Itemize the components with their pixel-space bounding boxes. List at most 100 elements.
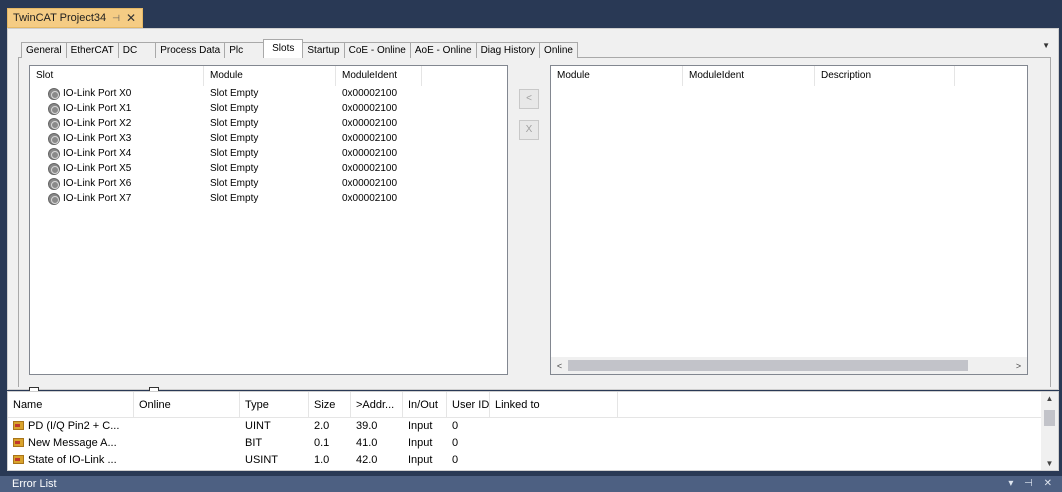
ident-cell: 0x00002100 [342, 193, 398, 204]
vertical-scrollbar[interactable]: ▲ ▼ [1041, 392, 1058, 470]
slot-cell: IO-Link Port X3 [30, 131, 204, 146]
pin-icon[interactable]: ⊣ [112, 13, 120, 24]
table-row[interactable]: PD (I/Q Pin2 + C... UINT 2.0 39.0 Input … [8, 418, 1058, 435]
var-online-cell [134, 418, 240, 435]
scroll-thumb[interactable] [1044, 410, 1055, 426]
column-header-online[interactable]: Online [134, 392, 240, 417]
tab-slots[interactable]: Slots [263, 39, 304, 58]
var-name-cell: New Message A... [8, 435, 134, 452]
ident-cell: 0x00002100 [342, 103, 398, 114]
var-inout-cell: Input [408, 437, 433, 449]
table-row[interactable]: IO-Link Port X0 Slot Empty 0x00002100 [30, 86, 507, 101]
close-icon[interactable]: ✕ [126, 11, 136, 25]
tab-general[interactable]: General [21, 42, 67, 58]
tab-coe-online[interactable]: CoE - Online [344, 42, 411, 58]
tab-dc[interactable]: DC [118, 42, 157, 58]
var-type-cell: USINT [245, 454, 278, 466]
variables-header: Name Online Type Size >Addr... In/Out Us… [8, 392, 1058, 418]
tab-online[interactable]: Online [540, 42, 578, 58]
column-header-module-ident[interactable]: ModuleIdent [683, 66, 815, 86]
var-addr-cell: 39.0 [356, 420, 378, 432]
io-link-port-icon [48, 162, 60, 175]
scroll-up-icon[interactable]: ▲ [1041, 394, 1058, 403]
modules-list[interactable]: Module ModuleIdent Description < > [550, 65, 1028, 375]
slots-list[interactable]: Slot Module ModuleIdent IO-Link Port X0 S… [29, 65, 508, 375]
slot-name: IO-Link Port X1 [63, 103, 132, 114]
var-name: New Message A... [28, 437, 117, 449]
tab-aoe-online[interactable]: AoE - Online [410, 42, 477, 58]
tab-process-data[interactable]: Process Data [156, 42, 226, 58]
slot-name: IO-Link Port X5 [63, 163, 132, 174]
io-link-port-icon [48, 102, 60, 115]
chevron-down-icon[interactable]: ▼ [1042, 41, 1050, 50]
document-tabstrip: TwinCAT Project34 ⊣ ✕ [0, 0, 1062, 28]
error-list-title: Error List [12, 478, 57, 490]
table-row[interactable]: IO-Link Port X6 Slot Empty 0x00002100 [30, 176, 507, 191]
scroll-thumb[interactable] [568, 360, 968, 371]
table-row[interactable]: New Message A... BIT 0.1 41.0 Input 0 [8, 435, 1058, 452]
slots-list-body: IO-Link Port X0 Slot Empty 0x00002100 IO-L… [30, 86, 507, 206]
var-name: State of IO-Link ... [28, 454, 117, 466]
var-linked-cell [490, 418, 618, 435]
slot-name: IO-Link Port X6 [63, 178, 132, 189]
slot-cell: IO-Link Port X7 [30, 191, 204, 206]
table-row[interactable]: IO-Link Port X1 Slot Empty 0x00002100 [30, 101, 507, 116]
input-variable-icon [13, 455, 24, 464]
column-header-slot[interactable]: Slot [30, 66, 204, 86]
var-userid-cell: 0 [452, 454, 459, 466]
ident-cell: 0x00002100 [342, 133, 398, 144]
document-tab-title: TwinCAT Project34 [13, 12, 107, 24]
module-cell: Slot Empty [210, 193, 259, 204]
io-link-port-icon [48, 147, 60, 160]
tab-startup[interactable]: Startup [303, 42, 345, 58]
column-header-module[interactable]: Module [204, 66, 336, 86]
input-variable-icon [13, 438, 24, 447]
document-tab[interactable]: TwinCAT Project34 ⊣ ✕ [7, 8, 144, 28]
tab-plc[interactable]: Plc [225, 42, 265, 58]
column-header-description[interactable]: Description [815, 66, 955, 86]
editor-tabs: General EtherCAT DC Process Data Plc Slo… [21, 39, 578, 58]
column-header-address[interactable]: >Addr... [351, 392, 403, 417]
table-row[interactable]: IO-Link Port X3 Slot Empty 0x00002100 [30, 131, 507, 146]
slot-name: IO-Link Port X3 [63, 133, 132, 144]
io-link-port-icon [48, 117, 60, 130]
scroll-left-icon[interactable]: < [551, 361, 568, 371]
slot-name: IO-Link Port X4 [63, 148, 132, 159]
column-header-module[interactable]: Module [551, 66, 683, 86]
tab-ethercat[interactable]: EtherCAT [66, 42, 119, 58]
module-cell: Slot Empty [210, 88, 259, 99]
panel-controls[interactable]: ▾ ⊣ ✕ [1008, 476, 1056, 492]
var-linked-cell [490, 452, 618, 469]
column-header-module-ident[interactable]: ModuleIdent [336, 66, 422, 86]
table-row[interactable]: IO-Link Port X7 Slot Empty 0x00002100 [30, 191, 507, 206]
tab-diag-history[interactable]: Diag History [476, 42, 541, 58]
horizontal-scrollbar[interactable]: < > [551, 357, 1027, 374]
insert-module-button[interactable]: < [519, 89, 539, 109]
scroll-track[interactable] [568, 357, 1010, 374]
variables-panel: Name Online Type Size >Addr... In/Out Us… [7, 391, 1059, 471]
var-size-cell: 0.1 [314, 437, 330, 449]
table-row[interactable]: State of IO-Link ... USINT 1.0 42.0 Inpu… [8, 452, 1058, 469]
column-header-name[interactable]: Name [8, 392, 134, 417]
var-size-cell: 1.0 [314, 454, 330, 466]
column-header-user-id[interactable]: User ID [447, 392, 490, 417]
slot-cell: IO-Link Port X0 [30, 86, 204, 101]
var-type-cell: BIT [245, 437, 263, 449]
table-row[interactable]: IO-Link Port X2 Slot Empty 0x00002100 [30, 116, 507, 131]
table-row[interactable]: IO-Link Port X4 Slot Empty 0x00002100 [30, 146, 507, 161]
column-header-type[interactable]: Type [240, 392, 309, 417]
var-size-cell: 2.0 [314, 420, 330, 432]
var-name-cell: State of IO-Link ... [8, 452, 134, 469]
scroll-down-icon[interactable]: ▼ [1041, 459, 1058, 468]
column-header-linked-to[interactable]: Linked to [490, 392, 618, 417]
ident-cell: 0x00002100 [342, 163, 398, 174]
var-name: PD (I/Q Pin2 + C... [28, 420, 120, 432]
scroll-right-icon[interactable]: > [1010, 361, 1027, 371]
error-list-panel-header[interactable]: Error List ▾ ⊣ ✕ [0, 476, 1062, 492]
column-header-size[interactable]: Size [309, 392, 351, 417]
column-header-in-out[interactable]: In/Out [403, 392, 447, 417]
var-linked-cell [490, 435, 618, 452]
remove-module-button[interactable]: X [519, 120, 539, 140]
module-cell: Slot Empty [210, 163, 259, 174]
table-row[interactable]: IO-Link Port X5 Slot Empty 0x00002100 [30, 161, 507, 176]
